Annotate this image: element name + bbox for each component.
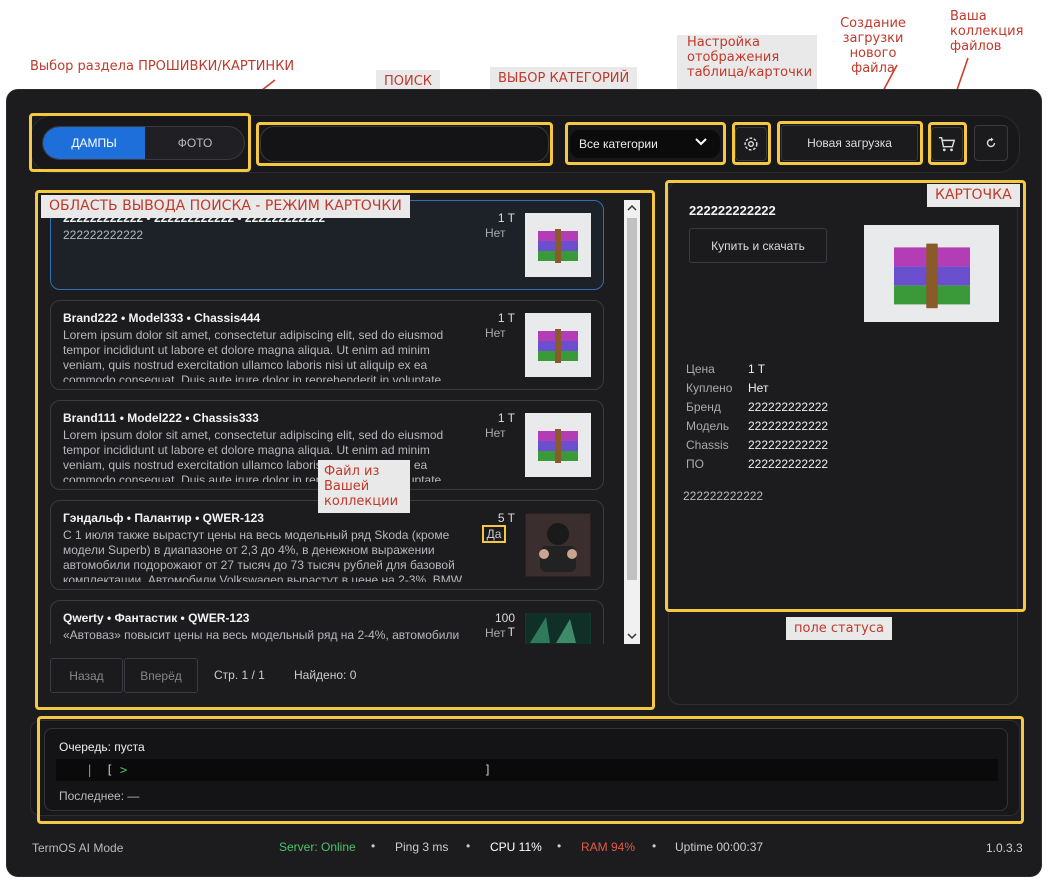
refresh-icon [986, 137, 996, 148]
server-status: Server: Online [279, 840, 356, 854]
ram-status: RAM 94% [581, 840, 636, 854]
highlight-section [29, 113, 251, 172]
refresh-button[interactable] [974, 125, 1008, 161]
separator-dot: • [466, 839, 471, 853]
annotation-search-area: ОБЛАСТЬ ВЫВОДА ПОИСКА - РЕЖИМ КАРТОЧКИ [41, 195, 410, 218]
annotation-card: КАРТОЧКА [927, 184, 1020, 207]
ping-status: Ping 3 ms [395, 840, 449, 854]
highlight-status [37, 716, 1024, 824]
highlight-category [565, 122, 726, 165]
annotation-status: поле статуса [786, 617, 892, 640]
cpu-status: CPU 11% [490, 840, 542, 854]
page-indicator: Стр. 1 / 1 [214, 668, 265, 682]
highlight-card [665, 180, 1026, 612]
separator-dot: • [371, 839, 376, 853]
app-name: TermOS AI Mode [32, 841, 124, 855]
highlight-results [35, 190, 655, 710]
separator-dot: • [557, 839, 562, 853]
uptime-status: Uptime 00:00:37 [675, 840, 764, 854]
highlight-collection [928, 122, 967, 165]
highlight-new-upload [777, 121, 923, 165]
highlight-settings [732, 122, 771, 165]
found-count: Найдено: 0 [294, 668, 357, 682]
forward-button[interactable]: Вперёд [124, 658, 198, 693]
back-button[interactable]: Назад [50, 658, 123, 693]
version-label: 1.0.3.3 [986, 841, 1023, 855]
highlight-search [256, 122, 553, 166]
annotation-owned-file: Файл из Вашей коллекции [318, 460, 410, 513]
separator-dot: • [652, 839, 657, 853]
